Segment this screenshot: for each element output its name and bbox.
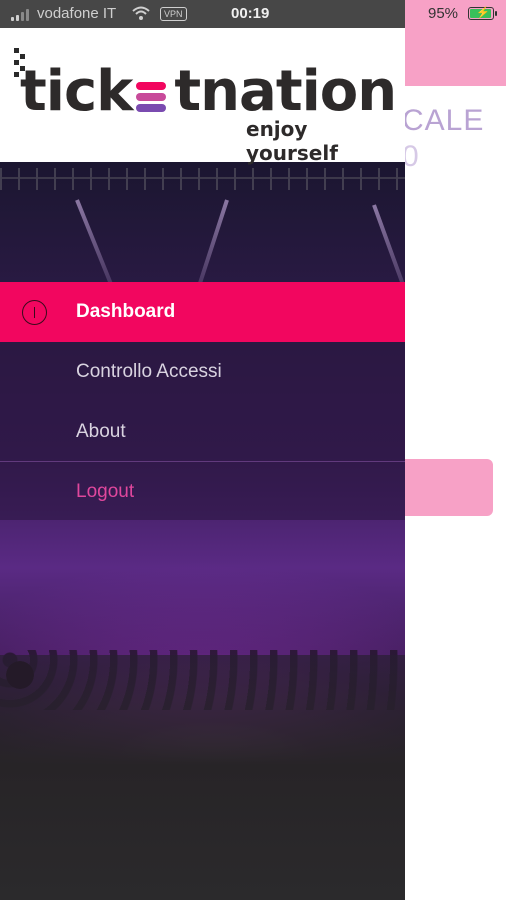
charging-bolt-icon: ⚡ (476, 7, 490, 19)
logo-text-start: tick (20, 59, 133, 124)
logo-e-stripes (134, 74, 172, 114)
side-drawer: tick tnation enjoy yourself Dashboard Co… (0, 0, 405, 900)
menu-item-label: Controllo Accessi (76, 361, 222, 382)
logo-text-end: tnation (174, 59, 397, 124)
menu-item-dashboard[interactable]: Dashboard (0, 282, 405, 342)
crowd (0, 655, 405, 900)
signal-icon (11, 9, 31, 21)
vpn-badge: VPN (160, 7, 187, 21)
info-icon (22, 300, 47, 325)
menu-item-label: About (76, 421, 126, 442)
menu-item-label: Dashboard (76, 301, 176, 322)
menu-item-label: Logout (76, 480, 135, 502)
background-title: CALE (402, 104, 485, 137)
menu-item-logout[interactable]: Logout (0, 461, 405, 521)
wifi-icon (132, 6, 150, 20)
carrier-name: vodafone IT (37, 5, 117, 22)
status-time: 00:19 (231, 5, 270, 22)
drawer-menu: Dashboard Controllo Accessi About Logout (0, 282, 405, 520)
stage-truss (0, 168, 405, 190)
status-bar: vodafone IT VPN 00:19 95% ⚡ (0, 0, 506, 28)
battery-percent: 95% (428, 5, 459, 22)
menu-item-about[interactable]: About (0, 402, 405, 462)
logo-tagline: enjoy yourself (246, 117, 338, 165)
menu-item-controllo-accessi[interactable]: Controllo Accessi (0, 342, 405, 402)
logo: tick tnation (20, 59, 397, 124)
battery-icon: ⚡ (468, 7, 497, 20)
